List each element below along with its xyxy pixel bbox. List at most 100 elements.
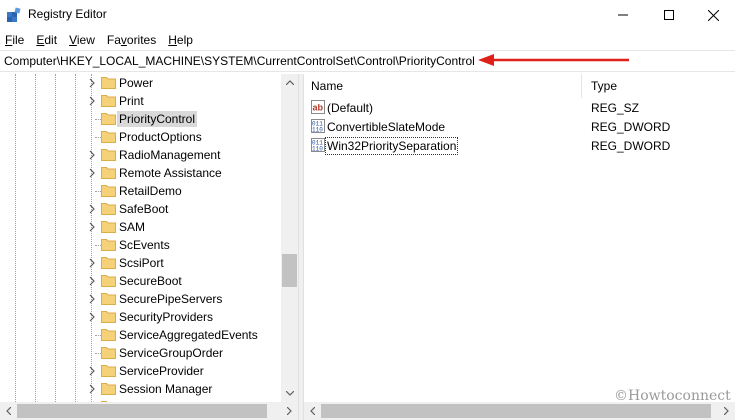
chevron-right-icon[interactable] <box>87 149 97 161</box>
scroll-left-button[interactable] <box>304 402 321 420</box>
folder-icon <box>101 185 116 197</box>
folder-icon <box>101 293 116 305</box>
menu-favorites-label: orites <box>126 33 157 47</box>
tree-item-label: ServiceProvider <box>119 364 204 378</box>
scroll-up-button[interactable] <box>281 74 298 91</box>
chevron-right-icon[interactable] <box>87 275 97 287</box>
scroll-right-button[interactable] <box>281 402 298 420</box>
tree-item-label: SecurityProviders <box>119 310 214 324</box>
value-type: REG_DWORD <box>591 139 671 153</box>
menu-help-accel: H <box>168 33 177 47</box>
svg-text:ab: ab <box>313 103 324 113</box>
folder-icon <box>101 203 116 215</box>
tree-item-label: ScEvents <box>119 238 170 252</box>
tree-item[interactable]: ScsiPort <box>0 254 280 272</box>
tree-vertical-scrollbar[interactable] <box>281 74 298 402</box>
folder-icon <box>101 221 116 233</box>
list-row[interactable]: 011 110 Win32PrioritySeparation REG_DWORD <box>304 136 735 155</box>
scroll-thumb[interactable] <box>17 404 267 418</box>
tree-item[interactable]: ServiceAggregatedEvents <box>0 326 280 344</box>
tree-horizontal-scrollbar[interactable] <box>0 402 298 420</box>
tree-item-label: SecureBoot <box>119 274 182 288</box>
tree-item[interactable]: Remote Assistance <box>0 164 280 182</box>
chevron-right-icon[interactable] <box>87 311 97 323</box>
tree-item[interactable]: RetailDemo <box>0 182 280 200</box>
menu-view[interactable]: View <box>63 30 101 50</box>
minimize-button[interactable] <box>600 0 646 30</box>
tree-item-label: Remote Assistance <box>119 166 222 180</box>
menu-favorites-prefix: Fa <box>106 33 121 47</box>
menu-view-label: iew <box>76 33 95 47</box>
folder-icon <box>101 329 116 341</box>
folder-icon <box>101 257 116 269</box>
values-list[interactable]: Name Type ab (Default) REG_SZ 011 110 Convert… <box>304 74 735 402</box>
tree-item[interactable]: ServiceGroupOrder <box>0 344 280 362</box>
chevron-right-icon[interactable] <box>87 167 97 179</box>
tree-item[interactable]: Power <box>0 74 280 92</box>
tree-item-label: ServiceGroupOrder <box>119 346 224 360</box>
menu-file[interactable]: File <box>0 30 30 50</box>
menu-bar: File Edit View Favorites Help <box>0 30 735 50</box>
maximize-button[interactable] <box>646 0 692 30</box>
chevron-right-icon[interactable] <box>87 293 97 305</box>
chevron-right-icon[interactable] <box>87 257 97 269</box>
tree-item-label: Session Manager <box>119 382 213 396</box>
tree-item[interactable]: PriorityControl <box>0 110 280 128</box>
tree-item[interactable]: ServiceProvider <box>0 362 280 380</box>
title-bar: Registry Editor <box>0 0 735 30</box>
menu-edit[interactable]: Edit <box>30 30 63 50</box>
chevron-right-icon[interactable] <box>87 383 97 395</box>
folder-icon <box>101 77 116 89</box>
tree-item[interactable]: SecurePipeServers <box>0 290 280 308</box>
folder-icon <box>101 95 116 107</box>
tree-item[interactable]: ScEvents <box>0 236 280 254</box>
svg-text:110: 110 <box>312 146 323 153</box>
key-tree[interactable]: Power Print PriorityControl ProductOptions R… <box>0 74 298 402</box>
scroll-thumb[interactable] <box>321 404 711 418</box>
tree-item-label: ProductOptions <box>119 130 202 144</box>
chevron-right-icon[interactable] <box>87 95 97 107</box>
column-header-type[interactable]: Type <box>583 74 735 98</box>
scroll-left-button[interactable] <box>0 402 17 420</box>
registry-editor-app-icon <box>7 7 21 22</box>
tree-item-label: SafeBoot <box>119 202 169 216</box>
tree-item[interactable]: SecurityProviders <box>0 308 280 326</box>
list-horizontal-scrollbar[interactable] <box>304 402 735 420</box>
watermark: ©Howtoconnect <box>614 388 731 404</box>
binary-value-icon: 011110 <box>311 119 325 133</box>
tree-item[interactable]: SAM <box>0 218 280 236</box>
tree-item[interactable]: Session Manager <box>0 380 280 398</box>
column-header-name[interactable]: Name <box>304 74 582 98</box>
chevron-right-icon[interactable] <box>87 77 97 89</box>
menu-help[interactable]: Help <box>162 30 199 50</box>
chevron-right-icon <box>724 407 729 415</box>
tree-item[interactable]: ProductOptions <box>0 128 280 146</box>
scroll-right-button[interactable] <box>718 402 735 420</box>
value-name: Win32PrioritySeparation <box>324 137 459 155</box>
minimize-icon <box>618 14 628 16</box>
folder-icon <box>101 131 116 143</box>
folder-icon <box>101 239 116 251</box>
tree-item-label: Power <box>119 76 154 90</box>
tree-item[interactable]: SecureBoot <box>0 272 280 290</box>
menu-favorites[interactable]: Favorites <box>101 30 162 50</box>
close-button[interactable] <box>692 0 735 30</box>
annotation-arrow-icon <box>478 54 629 66</box>
tree-item[interactable]: SafeBoot <box>0 200 280 218</box>
chevron-right-icon[interactable] <box>87 365 97 377</box>
folder-icon <box>101 347 116 359</box>
tree-item[interactable]: RadioManagement <box>0 146 280 164</box>
scroll-thumb[interactable] <box>282 254 297 287</box>
list-row[interactable]: 011 110 ConvertibleSlateMode REG_DWORD <box>304 117 735 136</box>
tree-item[interactable]: Print <box>0 92 280 110</box>
menu-edit-label: dit <box>44 33 58 47</box>
chevron-right-icon[interactable] <box>87 203 97 215</box>
chevron-right-icon[interactable] <box>87 221 97 233</box>
address-path[interactable]: Computer\HKEY_LOCAL_MACHINE\SYSTEM\Curre… <box>4 54 475 68</box>
scroll-down-button[interactable] <box>281 385 298 402</box>
folder-icon <box>101 113 116 125</box>
chevron-up-icon <box>285 80 294 85</box>
list-row[interactable]: ab (Default) REG_SZ <box>304 98 735 117</box>
tree-item-label: ServiceAggregatedEvents <box>119 328 258 342</box>
folder-icon <box>101 149 116 161</box>
